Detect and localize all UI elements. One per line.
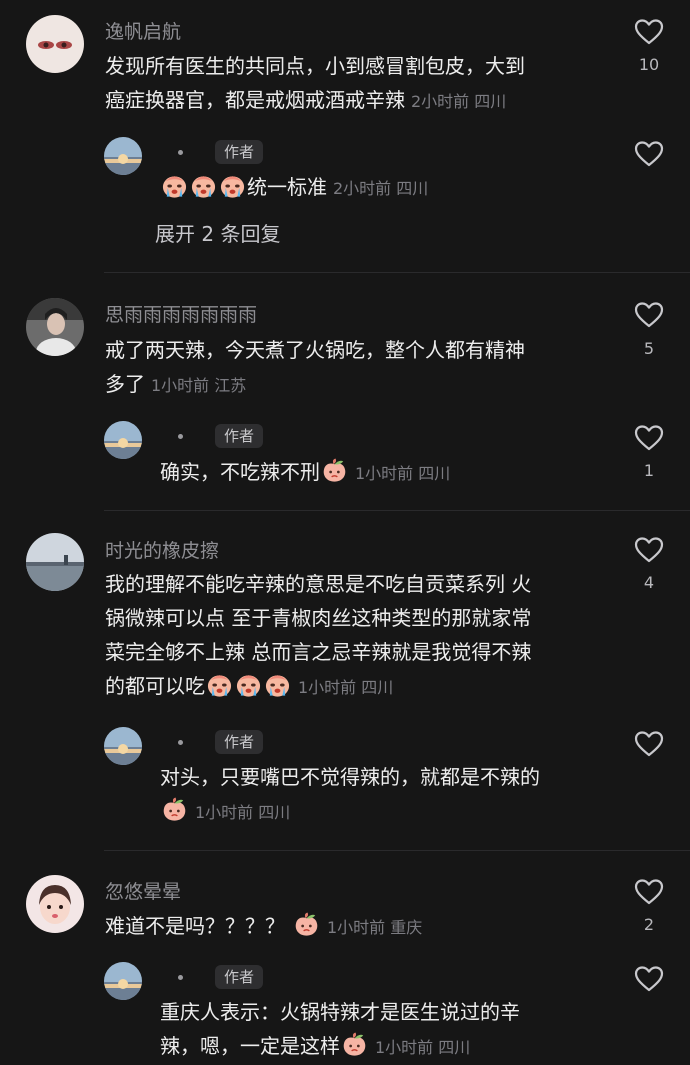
heart-icon: [634, 965, 664, 993]
comment-text-line: 戒了两天辣，今天煮了火锅吃，整个人都有精神: [105, 338, 525, 362]
like-button[interactable]: [634, 140, 664, 172]
comment-text: 发现所有医生的共同点，小到感冒割包皮，大到 癌症换器官，都是戒烟戒酒戒辛辣 2小时…: [105, 49, 625, 119]
heart-icon: [634, 301, 664, 329]
reply-avatar[interactable]: [104, 962, 142, 1000]
reply-meta: 2小时前 四川: [333, 179, 429, 198]
comment-text-line: 的都可以吃: [105, 674, 205, 698]
author-badge: 作者: [215, 965, 264, 989]
reply-text: 统一标准 2小时前 四川: [160, 170, 428, 206]
author-badge: 作者: [215, 140, 264, 164]
avatar-image-icon: [26, 15, 84, 73]
like-count: 4: [643, 573, 655, 592]
heart-icon: [634, 536, 664, 564]
comment-meta: 2小时前 四川: [411, 92, 507, 111]
avatar-image-icon: [26, 298, 84, 356]
like-count: 10: [638, 55, 660, 74]
comment-username[interactable]: 逸帆启航: [105, 17, 181, 44]
peach-face-icon: [293, 912, 320, 938]
comment-meta: 1小时前 重庆: [327, 918, 423, 937]
reply-avatar[interactable]: [104, 727, 142, 765]
reply-text-content: 辣，嗯，一定是这样: [160, 1034, 340, 1058]
heart-icon: [634, 140, 664, 168]
comment-text-line: 发现所有医生的共同点，小到感冒割包皮，大到: [105, 54, 525, 78]
reply-text-content: 对头，只要嘴巴不觉得辣的，就都是不辣的: [160, 765, 540, 789]
reply-meta: 1小时前 四川: [375, 1038, 471, 1057]
crying-face-icon: [235, 672, 262, 698]
comment-username[interactable]: 时光的橡皮擦: [105, 536, 219, 563]
reply-text-content: 统一标准: [247, 175, 327, 199]
comment-text-line: 癌症换器官，都是戒烟戒酒戒辛辣: [105, 88, 405, 112]
author-badge: 作者: [215, 424, 264, 448]
heart-icon: [634, 424, 664, 452]
reply-text: 重庆人表示：火锅特辣才是医生说过的辛 辣，嗯，一定是这样 1小时前 四川: [160, 995, 620, 1065]
divider: [104, 850, 690, 851]
comment-username[interactable]: 忽悠晕晕: [105, 877, 181, 904]
author-badge: 作者: [215, 730, 264, 754]
reply-meta: 1小时前 四川: [355, 464, 451, 483]
comment-text: 难道不是吗？？？？ 1小时前 重庆: [105, 909, 625, 945]
like-button[interactable]: [634, 730, 664, 762]
like-button[interactable]: [634, 536, 664, 568]
avatar[interactable]: [26, 875, 84, 933]
comment-text-line: 我的理解不能吃辛辣的意思是不吃自贡菜系列 火: [105, 572, 532, 596]
avatar-image-icon: [104, 962, 142, 1000]
reply-username[interactable]: [178, 740, 183, 745]
avatar-image-icon: [104, 727, 142, 765]
avatar-image-icon: [104, 421, 142, 459]
reply-text-content: 重庆人表示：火锅特辣才是医生说过的辛: [160, 1000, 520, 1024]
comment-text-line: 多了: [105, 372, 145, 396]
comment-meta: 1小时前 四川: [298, 678, 394, 697]
reply-username[interactable]: [178, 434, 183, 439]
comment-text-line: 锅微辣可以点 至于青椒肉丝这种类型的那就家常: [105, 606, 532, 630]
crying-face-icon: [219, 173, 246, 199]
like-button[interactable]: [634, 424, 664, 456]
reply-text-content: 确实，不吃辣不刑: [160, 460, 320, 484]
heart-icon: [634, 878, 664, 906]
reply-meta: 1小时前 四川: [195, 803, 291, 822]
crying-face-icon: [190, 173, 217, 199]
reply-username[interactable]: [178, 975, 183, 980]
heart-icon: [634, 18, 664, 46]
avatar[interactable]: [26, 15, 84, 73]
like-button[interactable]: [634, 301, 664, 333]
comment-username[interactable]: 思雨雨雨雨雨雨雨: [105, 300, 257, 327]
like-button[interactable]: [634, 878, 664, 910]
crying-face-icon: [161, 173, 188, 199]
avatar[interactable]: [26, 298, 84, 356]
reply-avatar[interactable]: [104, 421, 142, 459]
reply-text: 确实，不吃辣不刑 1小时前 四川: [160, 455, 450, 491]
comment-text: 我的理解不能吃辛辣的意思是不吃自贡菜系列 火 锅微辣可以点 至于青椒肉丝这种类型…: [105, 567, 625, 705]
avatar-image-icon: [26, 533, 84, 591]
reply-username[interactable]: [178, 150, 183, 155]
crying-face-icon: [264, 672, 291, 698]
expand-replies-button[interactable]: 展开 2 条回复: [155, 218, 280, 247]
comment-meta: 1小时前 江苏: [151, 376, 247, 395]
comment-text: 戒了两天辣，今天煮了火锅吃，整个人都有精神 多了 1小时前 江苏: [105, 333, 625, 403]
like-count: 1: [643, 461, 655, 480]
comment-text-line: 难道不是吗？？？？: [105, 914, 285, 938]
like-button[interactable]: [634, 965, 664, 997]
divider: [104, 272, 690, 273]
reply-avatar[interactable]: [104, 137, 142, 175]
like-count: 5: [643, 339, 655, 358]
peach-face-icon: [321, 458, 348, 484]
peach-face-icon: [161, 797, 188, 823]
avatar[interactable]: [26, 533, 84, 591]
crying-face-icon: [206, 672, 233, 698]
peach-face-icon: [341, 1032, 368, 1058]
avatar-image-icon: [104, 137, 142, 175]
like-count: 2: [643, 915, 655, 934]
like-button[interactable]: [634, 18, 664, 50]
avatar-image-icon: [26, 875, 84, 933]
heart-icon: [634, 730, 664, 758]
divider: [104, 510, 690, 511]
comment-text-line: 菜完全够不上辣 总而言之忌辛辣就是我觉得不辣: [105, 640, 532, 664]
reply-text: 对头，只要嘴巴不觉得辣的，就都是不辣的 1小时前 四川: [160, 760, 620, 830]
